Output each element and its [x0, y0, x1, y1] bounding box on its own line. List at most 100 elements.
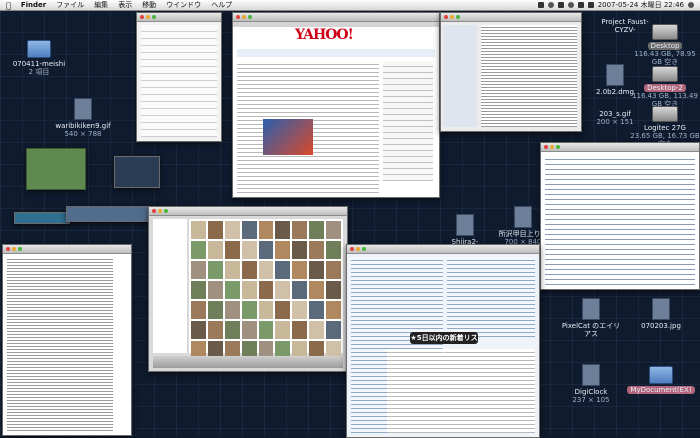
photo-thumbnail[interactable]	[224, 241, 240, 259]
window-tile-dark[interactable]	[114, 156, 160, 188]
photo-thumbnail[interactable]	[258, 241, 274, 259]
photo-thumbnail[interactable]	[258, 281, 274, 299]
photo-thumbnail[interactable]	[241, 241, 257, 259]
window-titlebar[interactable]	[347, 245, 539, 254]
photo-thumbnail[interactable]	[224, 261, 240, 279]
input-method-icon[interactable]	[587, 2, 594, 8]
menu-view[interactable]: 表示	[113, 0, 137, 10]
photo-thumbnail[interactable]	[326, 241, 341, 259]
desktop-icon-digiclock[interactable]: DigiClock 237 × 105	[556, 364, 626, 404]
apple-menu-icon[interactable]: 	[0, 1, 16, 10]
menu-window[interactable]: ウインドウ	[161, 0, 206, 10]
close-button-icon[interactable]	[544, 145, 548, 149]
close-button-icon[interactable]	[350, 247, 354, 251]
desktop-icon-mydocument[interactable]: MyDocument(EX)	[626, 366, 696, 394]
photo-thumbnail[interactable]	[275, 281, 291, 299]
minimize-button-icon[interactable]	[550, 145, 554, 149]
volume-icon[interactable]	[567, 2, 574, 8]
desktop-icon-desktop-2[interactable]: Desktop-2 116.43 GB, 113.49 GB 空き	[630, 66, 700, 108]
close-button-icon[interactable]	[152, 209, 156, 213]
zoom-button-icon[interactable]	[18, 247, 22, 251]
photo-thumbnail[interactable]	[326, 221, 341, 239]
photo-thumbnail[interactable]	[224, 301, 240, 319]
desktop-icon-folder-meishi[interactable]: 070411-meishi 2 項目	[4, 40, 74, 76]
promo-image[interactable]	[263, 119, 313, 155]
minimize-button-icon[interactable]	[146, 15, 150, 19]
photo-thumbnail[interactable]	[309, 301, 325, 319]
photo-thumbnail[interactable]	[224, 221, 240, 239]
photo-toolbar[interactable]	[153, 356, 343, 368]
window-tile-blue[interactable]	[14, 212, 70, 224]
article-list[interactable]	[447, 257, 535, 337]
editor-text[interactable]	[545, 155, 695, 285]
spotlight-icon[interactable]	[688, 2, 694, 8]
window-tile-green[interactable]	[26, 148, 86, 190]
photo-thumbnail[interactable]	[191, 261, 206, 279]
photo-thumbnail[interactable]	[258, 221, 274, 239]
desktop-icon-070203-jpg[interactable]: 070203.jpg	[626, 298, 696, 330]
photo-thumbnail[interactable]	[258, 261, 274, 279]
photo-thumbnail[interactable]	[326, 261, 341, 279]
photo-thumbnail[interactable]	[207, 221, 223, 239]
window-tile-strip[interactable]	[66, 206, 158, 222]
zoom-button-icon[interactable]	[248, 15, 252, 19]
menu-edit[interactable]: 編集	[89, 0, 113, 10]
photo-thumbnail[interactable]	[292, 261, 308, 279]
window-titlebar[interactable]	[149, 207, 347, 216]
photo-thumbnail[interactable]	[207, 301, 223, 319]
zoom-button-icon[interactable]	[556, 145, 560, 149]
window-notes[interactable]	[136, 12, 222, 142]
photo-thumbnail[interactable]	[275, 321, 291, 339]
photo-thumbnail[interactable]	[241, 281, 257, 299]
photo-thumbnail[interactable]	[292, 281, 308, 299]
window-file-list-left[interactable]	[2, 244, 132, 436]
file-list[interactable]	[481, 25, 577, 127]
window-finder-list[interactable]	[440, 12, 582, 132]
thumbnail-grid[interactable]	[189, 219, 343, 359]
photo-thumbnail[interactable]	[292, 321, 308, 339]
close-button-icon[interactable]	[236, 15, 240, 19]
desktop-icon-waribikiken[interactable]: waribikiken9.gif 540 × 788	[48, 98, 118, 138]
photo-thumbnail[interactable]	[326, 321, 341, 339]
photo-thumbnail[interactable]	[191, 321, 206, 339]
airport-icon[interactable]	[557, 2, 564, 8]
window-titlebar[interactable]	[441, 13, 581, 22]
photo-thumbnail[interactable]	[275, 241, 291, 259]
file-list[interactable]	[7, 257, 113, 431]
photo-thumbnail[interactable]	[224, 321, 240, 339]
window-titlebar[interactable]	[3, 245, 131, 254]
photo-thumbnail[interactable]	[241, 321, 257, 339]
photo-thumbnail[interactable]	[309, 321, 325, 339]
photo-thumbnail[interactable]	[292, 221, 308, 239]
window-text-editor[interactable]	[540, 142, 700, 290]
zoom-button-icon[interactable]	[362, 247, 366, 251]
photo-thumbnail[interactable]	[309, 281, 325, 299]
photo-thumbnail[interactable]	[241, 301, 257, 319]
photo-thumbnail[interactable]	[191, 221, 206, 239]
photo-thumbnail[interactable]	[191, 241, 206, 259]
minimize-button-icon[interactable]	[242, 15, 246, 19]
photo-thumbnail[interactable]	[207, 321, 223, 339]
photo-thumbnail[interactable]	[241, 221, 257, 239]
photo-thumbnail[interactable]	[309, 241, 325, 259]
photo-thumbnail[interactable]	[207, 281, 223, 299]
photo-thumbnail[interactable]	[241, 261, 257, 279]
photo-thumbnail[interactable]	[207, 261, 223, 279]
status-icon[interactable]	[537, 2, 544, 8]
photo-thumbnail[interactable]	[258, 301, 274, 319]
yahoo-logo[interactable]: YAHOO!	[295, 27, 354, 43]
photo-thumbnail[interactable]	[326, 301, 341, 319]
photo-thumbnail[interactable]	[207, 241, 223, 259]
minimize-button-icon[interactable]	[12, 247, 16, 251]
photo-thumbnail[interactable]	[191, 301, 206, 319]
close-button-icon[interactable]	[6, 247, 10, 251]
window-photo-browser[interactable]	[148, 206, 348, 372]
photo-thumbnail[interactable]	[275, 301, 291, 319]
desktop-icon-desktop[interactable]: Desktop 116.43 GB, 78.95 GB 空き	[630, 24, 700, 66]
photo-thumbnail[interactable]	[224, 281, 240, 299]
minimize-button-icon[interactable]	[158, 209, 162, 213]
menu-help[interactable]: ヘルプ	[206, 0, 237, 10]
photo-thumbnail[interactable]	[292, 301, 308, 319]
photo-thumbnail[interactable]	[191, 281, 206, 299]
minimize-button-icon[interactable]	[450, 15, 454, 19]
